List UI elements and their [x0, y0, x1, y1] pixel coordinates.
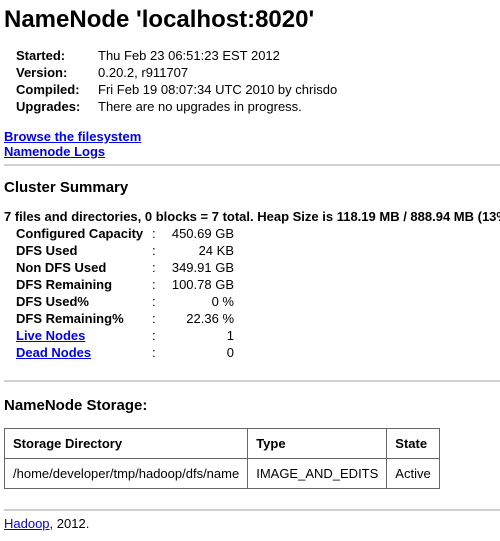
divider — [4, 164, 500, 166]
cluster-summary-heading: Cluster Summary — [4, 179, 129, 196]
storage-directory-cell: /home/developer/tmp/hadoop/dfs/name — [3, 458, 249, 489]
dead-nodes-link[interactable]: Dead Nodes — [16, 345, 91, 360]
configured-capacity-value: 450.69 GB — [171, 226, 234, 241]
version-label: Version: — [16, 65, 68, 80]
started-label: Started: — [16, 48, 66, 63]
column-header: Type — [247, 428, 388, 459]
column-header: State — [386, 428, 440, 459]
dfs-used-label: DFS Used — [16, 243, 78, 258]
browse-filesystem-link[interactable]: Browse the filesystem — [4, 129, 141, 144]
page-title: NameNode 'localhost:8020' — [4, 6, 315, 33]
footer: Hadoop, 2012. — [4, 516, 89, 531]
upgrades-label: Upgrades: — [16, 99, 81, 114]
started-value: Thu Feb 23 06:51:23 EST 2012 — [98, 48, 280, 63]
dfs-used-percent-label: DFS Used% — [16, 294, 89, 309]
dfs-used-percent-value: 0 % — [211, 294, 234, 309]
dead-nodes-value: 0 — [226, 345, 234, 360]
upgrades-value: There are no upgrades in progress. — [98, 99, 302, 114]
non-dfs-used-label: Non DFS Used — [16, 260, 107, 275]
divider — [4, 509, 500, 511]
non-dfs-used-value: 349.91 GB — [171, 260, 234, 275]
namenode-logs-link[interactable]: Namenode Logs — [4, 144, 105, 159]
compiled-value: Fri Feb 19 08:07:34 UTC 2010 by chrisdo — [98, 82, 338, 97]
cluster-summary-text: 7 files and directories, 0 blocks = 7 to… — [4, 209, 500, 224]
type-cell: IMAGE_AND_EDITS — [247, 458, 388, 489]
dfs-remaining-percent-value: 22.36 % — [186, 311, 234, 326]
column-header: Storage Directory — [3, 428, 249, 459]
live-nodes-value: 1 — [226, 328, 234, 343]
version-value: 0.20.2, r911707 — [98, 65, 189, 80]
dfs-remaining-value: 100.78 GB — [171, 277, 234, 292]
table-header-row: Storage Directory Type State — [3, 428, 440, 459]
footer-text: , 2012. — [49, 516, 90, 531]
dfs-remaining-percent-label: DFS Remaining% — [16, 311, 124, 326]
state-cell: Active — [386, 458, 440, 489]
storage-table: Storage Directory Type State /home/devel… — [3, 428, 440, 489]
divider — [4, 380, 500, 382]
compiled-label: Compiled: — [16, 82, 80, 97]
live-nodes-link[interactable]: Live Nodes — [16, 328, 85, 343]
dfs-used-value: 24 KB — [198, 243, 234, 258]
dfs-remaining-label: DFS Remaining — [16, 277, 113, 292]
namenode-storage-heading: NameNode Storage: — [4, 397, 148, 414]
configured-capacity-label: Configured Capacity — [16, 226, 144, 241]
hadoop-link[interactable]: Hadoop — [4, 516, 50, 531]
table-row: /home/developer/tmp/hadoop/dfs/name IMAG… — [3, 458, 440, 489]
